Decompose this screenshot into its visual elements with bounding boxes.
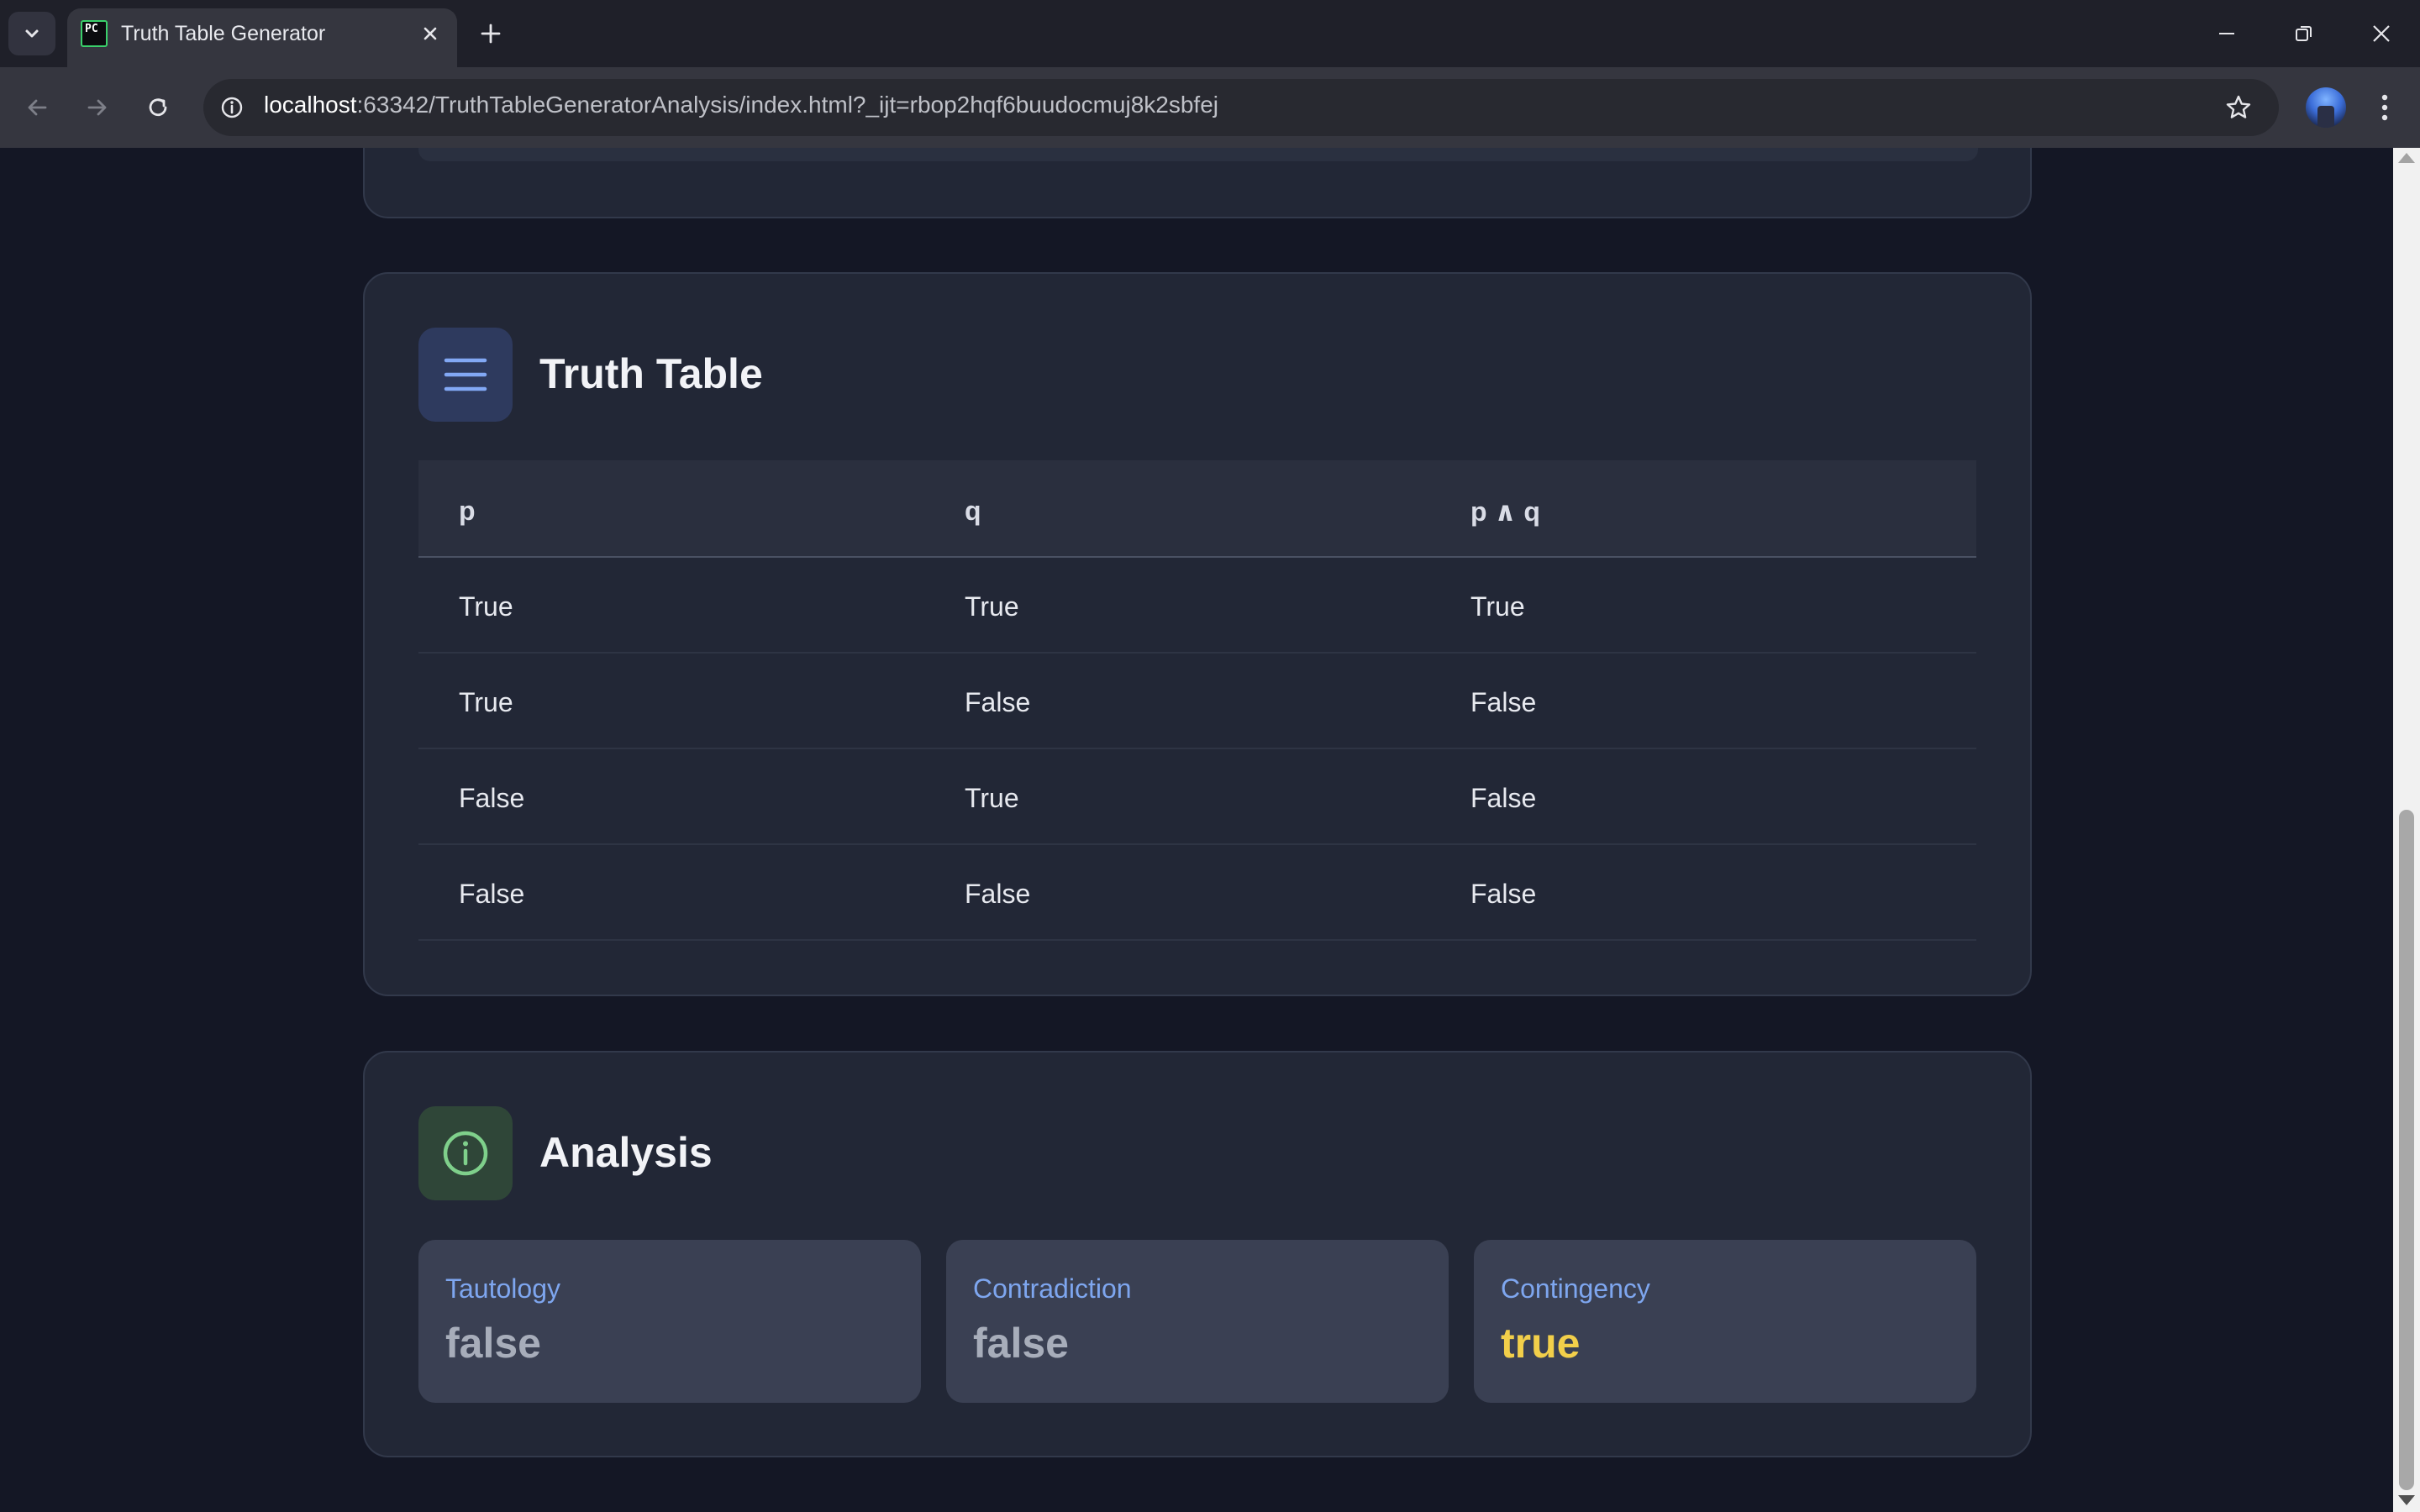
url-host: localhost xyxy=(264,92,357,118)
analysis-section-icon xyxy=(418,1106,513,1200)
tab-close-button[interactable] xyxy=(415,18,445,49)
back-button[interactable] xyxy=(13,84,60,131)
table-cell: True xyxy=(459,591,513,622)
arrow-right-icon xyxy=(87,99,107,116)
profile-avatar[interactable] xyxy=(2306,87,2346,128)
close-icon xyxy=(2373,25,2390,42)
table-cell: False xyxy=(1470,783,1537,813)
scroll-up-arrow[interactable] xyxy=(2398,153,2415,163)
previous-section-content xyxy=(418,148,1978,161)
bookmark-button[interactable] xyxy=(2218,87,2259,128)
table-cell: False xyxy=(965,879,1031,909)
info-icon xyxy=(443,1131,488,1176)
truth-table-title: Truth Table xyxy=(539,350,763,397)
tab-title: Truth Table Generator xyxy=(121,22,326,45)
tab-search-button[interactable] xyxy=(8,12,55,55)
scroll-down-arrow[interactable] xyxy=(2398,1495,2415,1505)
page-viewport: Truth Table p q p ∧ q True True True Tru… xyxy=(0,148,2393,1512)
table-cell: False xyxy=(459,783,525,813)
contradiction-label: Contradiction xyxy=(973,1273,1132,1304)
table-cell: False xyxy=(459,879,525,909)
table-cell: True xyxy=(1470,591,1525,622)
row-divider xyxy=(418,843,1976,845)
table-cell: True xyxy=(459,687,513,717)
table-header xyxy=(418,460,1976,558)
url-text[interactable]: localhost:63342/TruthTableGeneratorAnaly… xyxy=(264,92,1218,118)
table-header-p-and-q: p ∧ q xyxy=(1470,496,1540,527)
row-divider xyxy=(418,748,1976,749)
minimize-icon xyxy=(2219,33,2234,34)
restore-button[interactable] xyxy=(2279,12,2329,55)
url-path: :63342/TruthTableGeneratorAnalysis/index… xyxy=(356,92,1219,118)
restore-icon xyxy=(2296,26,2312,41)
row-divider xyxy=(418,652,1976,654)
truth-table-section-icon xyxy=(418,328,513,422)
contingency-value: true xyxy=(1501,1320,1581,1367)
favicon-icon: PC xyxy=(81,20,108,47)
table-cell: False xyxy=(965,687,1031,717)
analysis-title: Analysis xyxy=(539,1129,713,1176)
table-cell: False xyxy=(1470,687,1537,717)
contradiction-value: false xyxy=(973,1320,1069,1367)
browser-menu-button[interactable] xyxy=(2366,87,2403,128)
arrow-left-icon xyxy=(28,99,47,116)
minimize-button[interactable] xyxy=(2202,12,2252,55)
forward-button[interactable] xyxy=(74,84,121,131)
scrollbar-thumb[interactable] xyxy=(2399,810,2414,1490)
plus-icon xyxy=(481,24,501,44)
star-icon xyxy=(2226,95,2251,118)
row-divider xyxy=(418,939,1976,941)
table-cell: True xyxy=(965,591,1019,622)
contingency-label: Contingency xyxy=(1501,1273,1650,1304)
reload-icon xyxy=(149,98,167,117)
info-icon xyxy=(221,97,243,118)
list-icon xyxy=(444,358,487,391)
tautology-label: Tautology xyxy=(445,1273,560,1304)
table-cell: True xyxy=(965,783,1019,813)
site-info-button[interactable] xyxy=(213,89,250,126)
close-window-button[interactable] xyxy=(2356,12,2407,55)
chevron-down-icon xyxy=(25,29,39,38)
table-header-q: q xyxy=(965,496,981,526)
new-tab-button[interactable] xyxy=(472,17,509,50)
table-cell: False xyxy=(1470,879,1537,909)
table-header-p: p xyxy=(459,496,476,526)
tautology-value: false xyxy=(445,1320,541,1367)
more-vertical-icon xyxy=(2381,94,2388,121)
reload-button[interactable] xyxy=(134,84,182,131)
close-icon xyxy=(424,27,437,40)
